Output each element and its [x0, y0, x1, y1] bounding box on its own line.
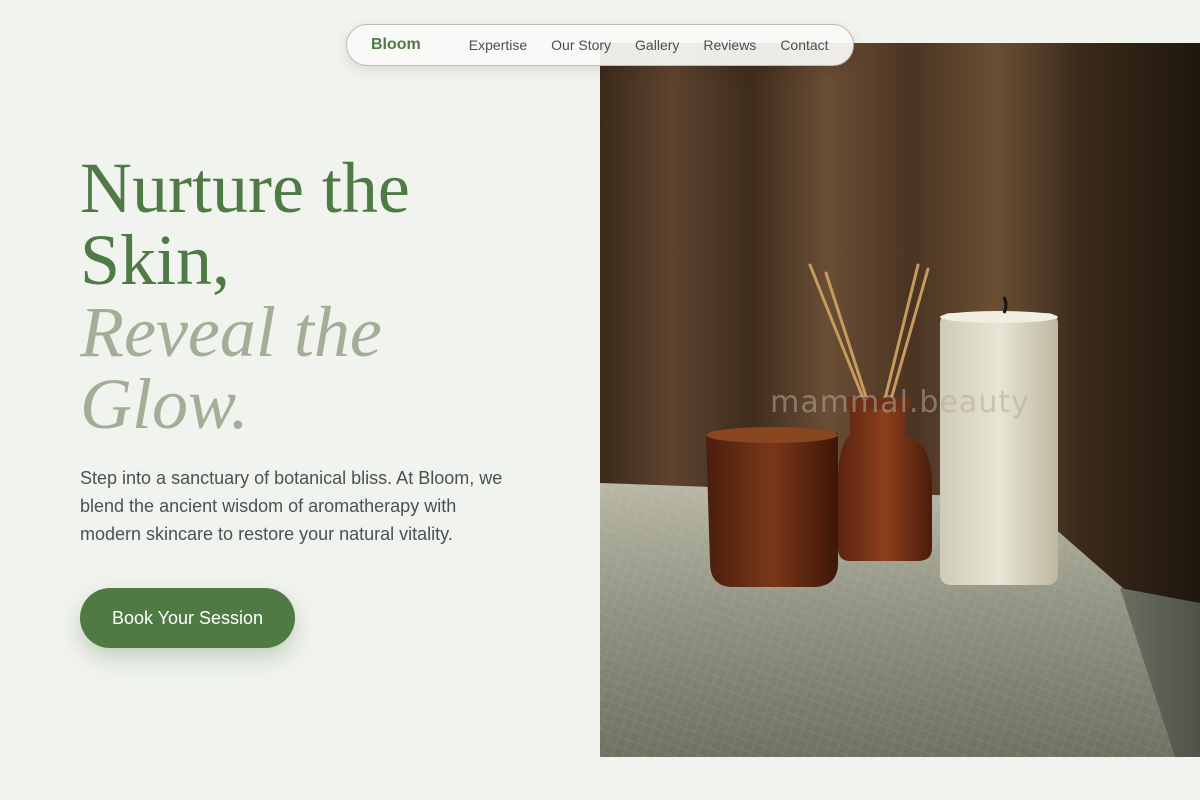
nav-link-our-story[interactable]: Our Story: [551, 37, 611, 53]
hero-photo: mammal.beauty: [600, 43, 1200, 757]
hero-title: Nurture the Skin, Reveal the Glow.: [80, 152, 550, 440]
hero-description: Step into a sanctuary of botanical bliss…: [80, 468, 503, 544]
hero-accent-line-2: Glow.: [80, 364, 249, 444]
hero-title-line-1: Nurture the: [80, 148, 410, 228]
brand-logo[interactable]: Bloom: [371, 36, 421, 54]
hero-photo-illustration: [600, 43, 1200, 757]
nav-link-gallery[interactable]: Gallery: [635, 37, 679, 53]
nav-link-reviews[interactable]: Reviews: [703, 37, 756, 53]
nav-links: Expertise Our Story Gallery Reviews Cont…: [469, 37, 829, 53]
top-nav: Bloom Expertise Our Story Gallery Review…: [346, 24, 854, 66]
book-session-button[interactable]: Book Your Session: [80, 588, 295, 648]
nav-link-contact[interactable]: Contact: [780, 37, 828, 53]
hero-accent-line-1: Reveal the: [80, 292, 382, 372]
nav-link-expertise[interactable]: Expertise: [469, 37, 527, 53]
hero-title-line-2: Skin,: [80, 220, 231, 300]
